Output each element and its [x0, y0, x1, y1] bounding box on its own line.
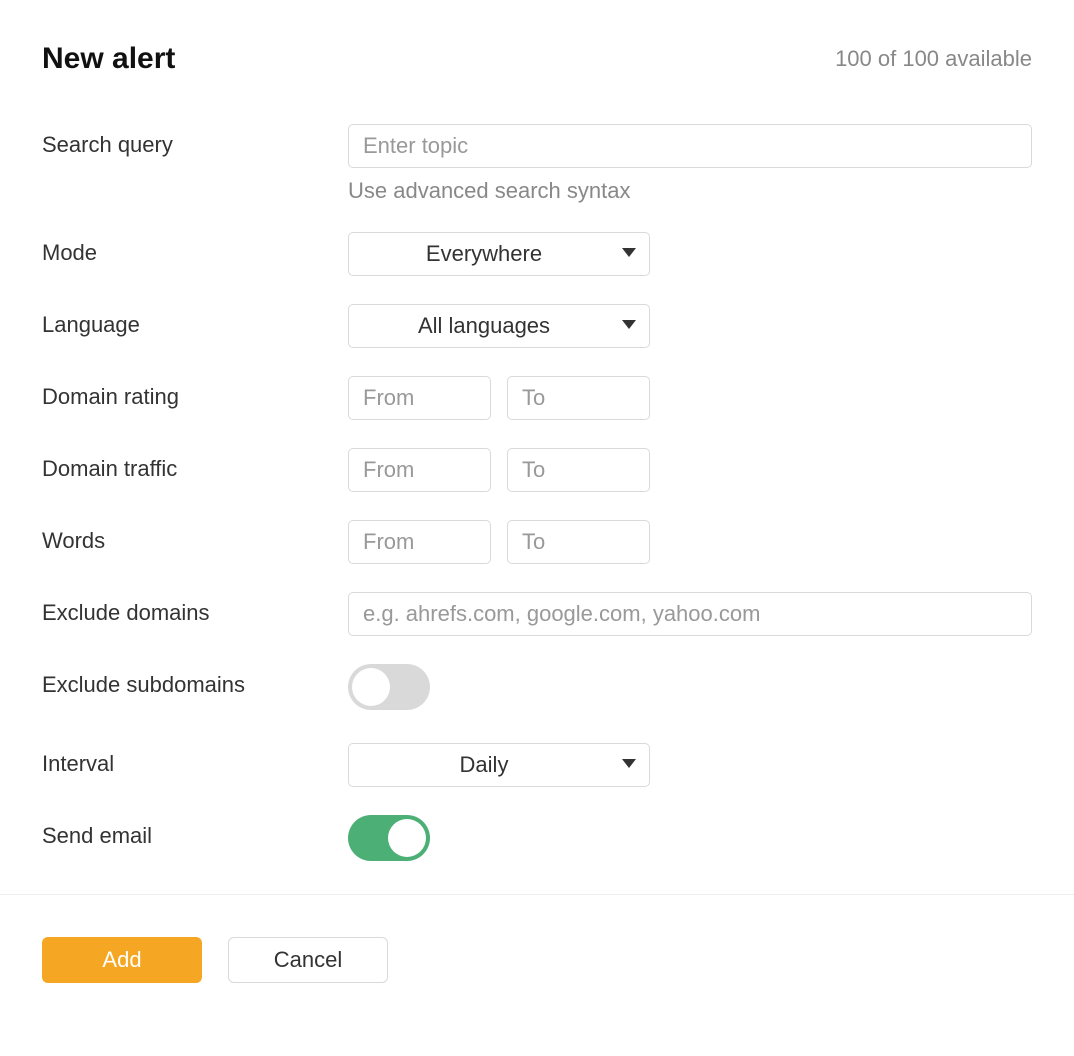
- toggle-knob: [352, 668, 390, 706]
- mode-row: Mode Everywhere: [42, 232, 1032, 276]
- domain-rating-to-input[interactable]: [507, 376, 650, 420]
- domain-rating-range: [348, 376, 1032, 420]
- domain-traffic-from-input[interactable]: [348, 448, 491, 492]
- language-row: Language All languages: [42, 304, 1032, 348]
- search-query-hint: Use advanced search syntax: [348, 178, 1032, 204]
- interval-row: Interval Daily: [42, 743, 1032, 787]
- search-query-input[interactable]: [348, 124, 1032, 168]
- domain-traffic-row: Domain traffic: [42, 448, 1032, 492]
- domain-traffic-to-input[interactable]: [507, 448, 650, 492]
- words-to-input[interactable]: [507, 520, 650, 564]
- form-header: New alert 100 of 100 available: [42, 42, 1032, 76]
- exclude-subdomains-toggle[interactable]: [348, 664, 430, 710]
- send-email-row: Send email: [42, 815, 1032, 866]
- domain-rating-row: Domain rating: [42, 376, 1032, 420]
- interval-select[interactable]: Daily: [348, 743, 650, 787]
- exclude-subdomains-label: Exclude subdomains: [42, 664, 348, 698]
- words-label: Words: [42, 520, 348, 554]
- domain-traffic-label: Domain traffic: [42, 448, 348, 482]
- language-select[interactable]: All languages: [348, 304, 650, 348]
- mode-control: Everywhere: [348, 232, 1032, 276]
- exclude-subdomains-row: Exclude subdomains: [42, 664, 1032, 715]
- interval-label: Interval: [42, 743, 348, 777]
- exclude-domains-input[interactable]: [348, 592, 1032, 636]
- form-footer: Add Cancel: [0, 895, 1074, 1025]
- interval-select-wrap: Daily: [348, 743, 650, 787]
- domain-rating-label: Domain rating: [42, 376, 348, 410]
- cancel-button[interactable]: Cancel: [228, 937, 388, 983]
- language-control: All languages: [348, 304, 1032, 348]
- search-query-row: Search query Use advanced search syntax: [42, 124, 1032, 204]
- toggle-knob: [388, 819, 426, 857]
- domain-rating-from-input[interactable]: [348, 376, 491, 420]
- new-alert-form: New alert 100 of 100 available Search qu…: [0, 0, 1074, 866]
- search-query-label: Search query: [42, 124, 348, 158]
- domain-rating-control: [348, 376, 1032, 420]
- mode-select[interactable]: Everywhere: [348, 232, 650, 276]
- language-label: Language: [42, 304, 348, 338]
- mode-select-wrap: Everywhere: [348, 232, 650, 276]
- interval-control: Daily: [348, 743, 1032, 787]
- words-row: Words: [42, 520, 1032, 564]
- exclude-domains-row: Exclude domains: [42, 592, 1032, 636]
- exclude-domains-label: Exclude domains: [42, 592, 348, 626]
- words-range: [348, 520, 1032, 564]
- domain-traffic-range: [348, 448, 1032, 492]
- domain-traffic-control: [348, 448, 1032, 492]
- mode-label: Mode: [42, 232, 348, 266]
- exclude-domains-control: [348, 592, 1032, 636]
- add-button[interactable]: Add: [42, 937, 202, 983]
- language-select-wrap: All languages: [348, 304, 650, 348]
- words-from-input[interactable]: [348, 520, 491, 564]
- words-control: [348, 520, 1032, 564]
- exclude-subdomains-control: [348, 664, 1032, 715]
- availability-text: 100 of 100 available: [835, 46, 1032, 72]
- page-title: New alert: [42, 42, 175, 76]
- send-email-label: Send email: [42, 815, 348, 849]
- send-email-toggle[interactable]: [348, 815, 430, 861]
- search-query-control: Use advanced search syntax: [348, 124, 1032, 204]
- send-email-control: [348, 815, 1032, 866]
